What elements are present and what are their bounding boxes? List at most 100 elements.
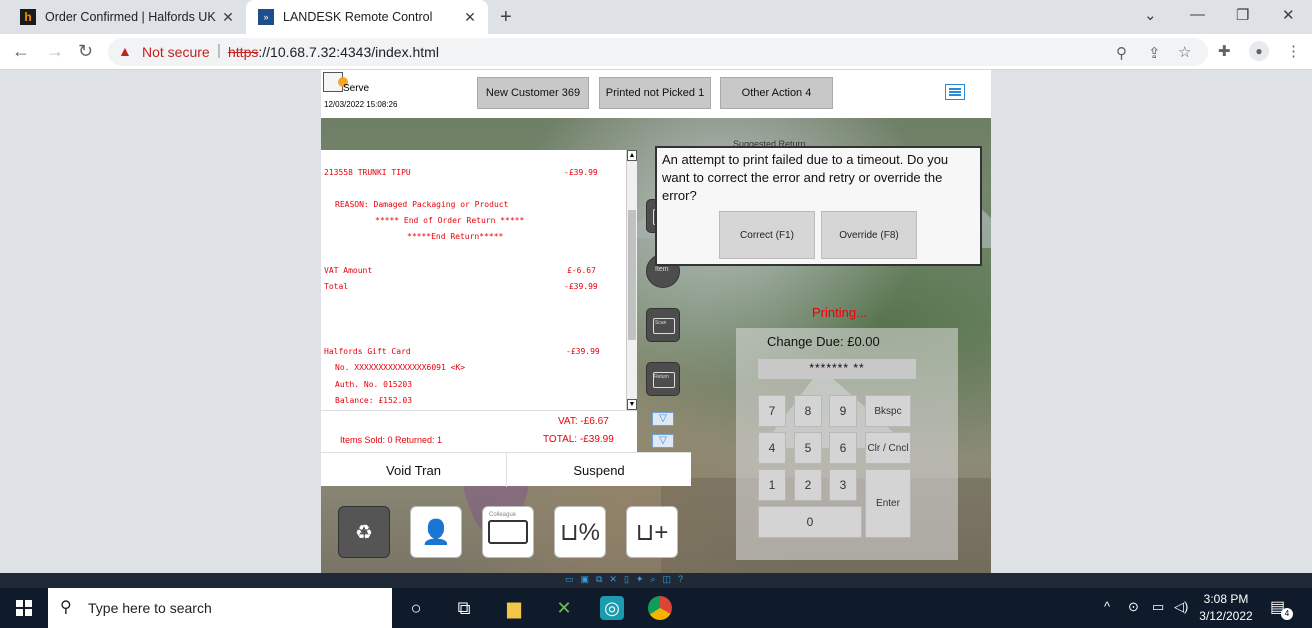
receipt-line: 213558 TRUNKI TIPU [324, 168, 411, 177]
receipt-line: Total [324, 282, 349, 291]
return-label: Return [654, 374, 670, 380]
search-placeholder: Type here to search [88, 600, 212, 616]
security-label[interactable]: Not secure [142, 44, 210, 60]
scroll-up-icon[interactable]: ▲ [627, 150, 637, 161]
key-0[interactable]: 0 [758, 506, 862, 538]
other-action-button[interactable]: Other Action 4 [720, 77, 833, 109]
key-5[interactable]: 5 [794, 432, 822, 464]
receipt-line: £-6.67 [567, 266, 596, 275]
tab-halfords[interactable]: h Order Confirmed | Halfords UK ✕ [8, 0, 246, 34]
minimize-icon[interactable]: — [1190, 6, 1205, 23]
key-4[interactable]: 4 [758, 432, 786, 464]
profile-avatar-icon[interactable]: ● [1249, 41, 1269, 61]
tab-title: LANDESK Remote Control [283, 10, 433, 24]
add-customer-icon[interactable]: 👤 [410, 506, 462, 558]
change-due: Change Due: £0.00 [767, 334, 880, 349]
printing-status: Printing... [812, 305, 867, 320]
windows-start-icon[interactable] [16, 600, 32, 616]
excel-app-icon[interactable]: ✕ [552, 596, 576, 620]
scroll-down-icon[interactable]: ▼ [627, 399, 637, 410]
volume-icon[interactable]: ◁) [1174, 599, 1188, 615]
tray-chevron-icon[interactable]: ^ [1104, 599, 1110, 614]
clock-date: 3/12/2022 [1199, 609, 1253, 623]
bookmark-star-icon[interactable]: ☆ [1178, 43, 1191, 61]
basket-add-icon[interactable]: ⊔+ [626, 506, 678, 558]
share-icon[interactable]: ⇪ [1148, 44, 1161, 62]
scroll-thumb[interactable] [628, 210, 636, 340]
receipt-line: No. XXXXXXXXXXXXXXX6091 <K> [335, 363, 466, 372]
key-7[interactable]: 7 [758, 395, 786, 427]
clear-cancel-key[interactable]: Clr / Cncl [865, 432, 911, 464]
tab-landesk[interactable]: » LANDESK Remote Control ✕ [246, 0, 488, 34]
chrome-app-icon[interactable] [648, 596, 672, 620]
transaction-actions: Void Tran Suspend [321, 452, 691, 487]
suspend-button[interactable]: Suspend [506, 453, 691, 487]
restore-icon[interactable]: ❐ [1236, 6, 1249, 24]
return-download-icon[interactable]: Return [646, 362, 680, 396]
totals-panel: VAT: -£6.67 Items Sold: 0 Returned: 1 TO… [321, 410, 637, 452]
basket-discount-icon[interactable]: ⊔% [554, 506, 606, 558]
tab-search-chevron-icon[interactable]: ⌄ [1144, 6, 1157, 24]
receipt-line: REASON: Damaged Packaging or Product [335, 200, 509, 209]
address-bar[interactable]: ▲ Not secure | https://10.68.7.32:4343/i… [108, 38, 1208, 66]
colleague-card-icon[interactable]: Colleague [482, 506, 534, 558]
pin-field[interactable]: ******* ** [758, 359, 916, 379]
task-view-icon[interactable]: ⧉ [452, 596, 476, 620]
back-icon[interactable]: ← [12, 41, 30, 62]
key-2[interactable]: 2 [794, 469, 822, 501]
printed-not-picked-button[interactable]: Printed not Picked 1 [599, 77, 711, 109]
forward-icon[interactable]: → [46, 41, 64, 62]
close-tab-icon[interactable]: ✕ [220, 9, 236, 25]
zoom-icon[interactable]: ⚲ [1116, 44, 1127, 62]
extensions-icon[interactable]: ✚ [1218, 42, 1231, 60]
receipt-line: -£39.99 [564, 282, 598, 291]
void-tran-button[interactable]: Void Tran [321, 453, 506, 487]
menu-kebab-icon[interactable]: ⋮ [1286, 42, 1301, 60]
chevron-down-icon[interactable]: ▽ [652, 434, 674, 448]
receipt-line: Balance: £152.03 [335, 396, 413, 405]
correct-button[interactable]: Correct (F1) [719, 211, 815, 259]
recycle-bag-icon[interactable]: ♻ [338, 506, 390, 558]
receipt-panel[interactable]: 213558 TRUNKI TIPU -£39.99 REASON: Damag… [321, 150, 637, 410]
pos-logo-icon [323, 72, 348, 92]
key-8[interactable]: 8 [794, 395, 822, 427]
backspace-key[interactable]: Bkspc [865, 395, 911, 427]
pos-header: Serve 12/03/2022 15:08:26 New Customer 3… [321, 70, 991, 118]
new-tab-icon[interactable]: + [500, 6, 512, 29]
receipt-line: Halfords Gift Card [324, 347, 411, 356]
search-icon: ⚲ [60, 599, 72, 616]
datetime: 12/03/2022 15:08:26 [324, 100, 398, 109]
system-clock[interactable]: 3:08 PM 3/12/2022 [1196, 591, 1256, 625]
file-explorer-icon[interactable]: ▆ [502, 596, 526, 620]
override-button[interactable]: Override (F8) [821, 211, 917, 259]
close-tab-icon[interactable]: ✕ [462, 9, 478, 25]
url-text[interactable]: https://10.68.7.32:4343/index.html [228, 44, 439, 60]
scan-card-icon[interactable]: Scan [646, 308, 680, 342]
cortana-icon[interactable]: ○ [404, 596, 428, 620]
key-9[interactable]: 9 [829, 395, 857, 427]
hamburger-menu-icon[interactable] [945, 84, 965, 100]
receipt-scrollbar[interactable]: ▲ ▼ [626, 150, 637, 410]
reload-icon[interactable]: ↻ [78, 41, 93, 62]
key-3[interactable]: 3 [829, 469, 857, 501]
taskbar-search[interactable]: ⚲ Type here to search [48, 588, 392, 628]
clock-time: 3:08 PM [1203, 592, 1249, 606]
landesk-app-icon[interactable]: ◎ [600, 596, 624, 620]
enter-key[interactable]: Enter [865, 469, 911, 538]
page-viewport: Serve 12/03/2022 15:08:26 New Customer 3… [0, 70, 1312, 573]
notification-badge: 4 [1281, 608, 1293, 620]
remote-tool-icons[interactable]: ▭▣⧉✕▯✦⌕◫? [565, 574, 690, 585]
print-error-dialog: An attempt to print failed due to a time… [655, 146, 982, 266]
key-1[interactable]: 1 [758, 469, 786, 501]
network-icon[interactable]: ▭ [1152, 599, 1164, 615]
key-6[interactable]: 6 [829, 432, 857, 464]
receipt-line: *****End Return***** [407, 232, 504, 241]
scan-label: Scan [655, 320, 667, 326]
chevron-down-icon[interactable]: ▽ [652, 412, 674, 426]
close-window-icon[interactable]: ✕ [1282, 6, 1295, 24]
warning-icon[interactable]: ▲ [118, 43, 132, 59]
receipt-line: ***** End of Order Return ***** [375, 216, 525, 225]
new-customer-button[interactable]: New Customer 369 [477, 77, 589, 109]
card-outline [488, 520, 528, 544]
tray-app-icon[interactable]: ⊙ [1128, 599, 1139, 615]
